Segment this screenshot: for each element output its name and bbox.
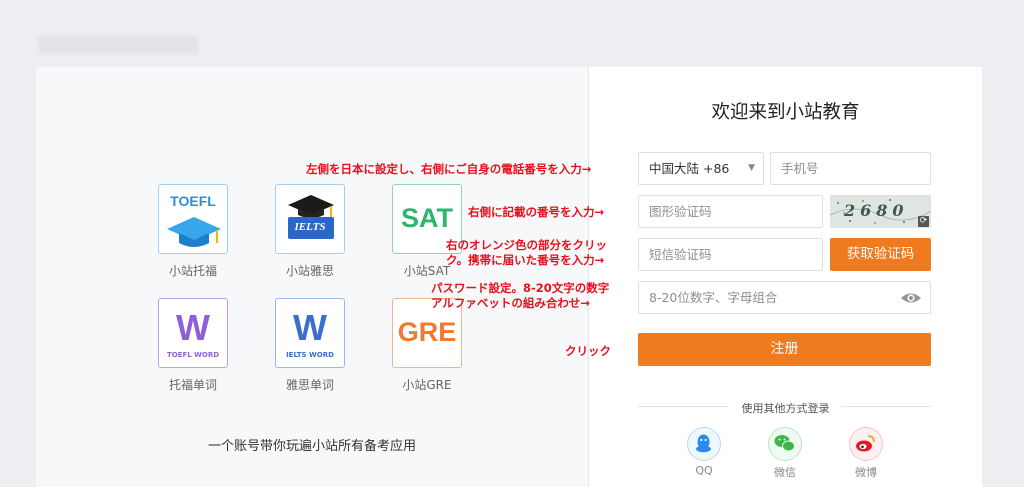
word-letter: W bbox=[293, 307, 327, 348]
word-caption: IELTS WORD bbox=[286, 351, 334, 359]
register-card: TOEFL 小站托福 IELTS 小站雅思 SAT 小站SAT W TOEFL … bbox=[36, 67, 982, 487]
app-toefl-word[interactable]: W TOEFL WORD 托福单词 bbox=[148, 298, 238, 393]
toefl-icon: TOEFL bbox=[158, 184, 228, 254]
app-label: 小站托福 bbox=[168, 264, 217, 278]
annotation-sms-line2: ク。携帯に届いた番号を入力→ bbox=[446, 253, 605, 267]
ielts-icon: IELTS bbox=[275, 184, 345, 254]
annotation-country: 左側を日本に設定し、右側にご自身の電話番号を入力→ bbox=[306, 162, 592, 176]
ielts-tile-text: IELTS bbox=[294, 221, 326, 233]
weibo-label: 微博 bbox=[855, 466, 877, 479]
password-placeholder: 8-20位数字、字母组合 bbox=[649, 290, 778, 305]
captcha-input[interactable]: 图形验证码 bbox=[638, 195, 823, 228]
captcha-image[interactable]: 2680 ⟳ bbox=[830, 195, 931, 228]
app-panel: TOEFL 小站托福 IELTS 小站雅思 SAT 小站SAT W TOEFL … bbox=[36, 67, 588, 487]
app-gre[interactable]: GRE 小站GRE bbox=[382, 298, 472, 393]
form-title: 欢迎来到小站教育 bbox=[711, 102, 860, 123]
wechat-icon bbox=[774, 435, 795, 452]
app-label: 托福单词 bbox=[168, 378, 217, 392]
phone-input[interactable]: 手机号 bbox=[770, 152, 931, 185]
weibo-login-button[interactable] bbox=[849, 427, 883, 461]
graduation-cap-icon bbox=[288, 195, 334, 239]
register-button[interactable]: 注册 bbox=[638, 333, 931, 366]
sms-code-input[interactable]: 短信验证码 bbox=[638, 238, 823, 271]
password-input[interactable]: 8-20位数字、字母组合 bbox=[638, 281, 931, 314]
app-label: 小站雅思 bbox=[285, 264, 334, 278]
captcha-code: 2680 bbox=[844, 201, 909, 220]
wechat-login-button[interactable] bbox=[768, 427, 802, 461]
word-letter: W bbox=[176, 307, 210, 348]
chevron-down-icon: ▼ bbox=[748, 163, 755, 173]
other-login-label: 使用其他方式登录 bbox=[741, 402, 830, 415]
annotation-password-line1: パスワード設定。8-20文字の数字 bbox=[431, 281, 610, 295]
annotation-sms: 右のオレンジ色の部分をクリッ ク。携帯に届いた番号を入力→ bbox=[446, 238, 607, 268]
toefl-tile-text: TOEFL bbox=[170, 193, 216, 209]
annotation-password: パスワード設定。8-20文字の数字 アルファベットの組み合わせ→ bbox=[431, 281, 609, 311]
get-sms-code-button[interactable]: 获取验证码 bbox=[830, 238, 931, 271]
country-select[interactable]: 中国大陆 +86 ▼ bbox=[638, 152, 764, 185]
eye-icon[interactable] bbox=[900, 290, 922, 306]
blurred-header-text bbox=[38, 36, 198, 54]
refresh-icon[interactable]: ⟳ bbox=[918, 216, 929, 227]
app-ielts[interactable]: IELTS 小站雅思 bbox=[265, 184, 355, 279]
toefl-word-icon: W TOEFL WORD bbox=[158, 298, 228, 368]
graduation-cap-icon bbox=[167, 217, 221, 247]
annotation-password-line2: アルファベットの組み合わせ→ bbox=[431, 296, 591, 310]
gre-tile-text: GRE bbox=[397, 317, 457, 347]
qq-label: QQ bbox=[695, 464, 713, 477]
weibo-icon bbox=[856, 435, 875, 452]
word-caption: TOEFL WORD bbox=[166, 351, 220, 359]
qq-icon bbox=[696, 434, 711, 453]
ielts-word-icon: W IELTS WORD bbox=[275, 298, 345, 368]
app-label: 小站GRE bbox=[402, 378, 452, 392]
app-toefl[interactable]: TOEFL 小站托福 bbox=[148, 184, 238, 279]
app-ielts-word[interactable]: W IELTS WORD 雅思单词 bbox=[265, 298, 355, 393]
register-form: 欢迎来到小站教育 中国大陆 +86 ▼ 手机号 图形验证码 2680 ⟳ 短信验… bbox=[589, 67, 982, 487]
wechat-label: 微信 bbox=[774, 466, 796, 479]
annotation-sms-line1: 右のオレンジ色の部分をクリッ bbox=[446, 238, 607, 252]
app-label: 雅思单词 bbox=[285, 378, 334, 392]
sat-tile-text: SAT bbox=[401, 203, 453, 233]
annotation-captcha: 右側に記載の番号を入力→ bbox=[468, 205, 605, 219]
qq-login-button[interactable] bbox=[687, 427, 721, 461]
slogan: 一个账号带你玩遍小站所有备考应用 bbox=[208, 439, 417, 454]
country-select-value: 中国大陆 +86 bbox=[649, 161, 730, 176]
annotation-click: クリック bbox=[565, 344, 611, 358]
